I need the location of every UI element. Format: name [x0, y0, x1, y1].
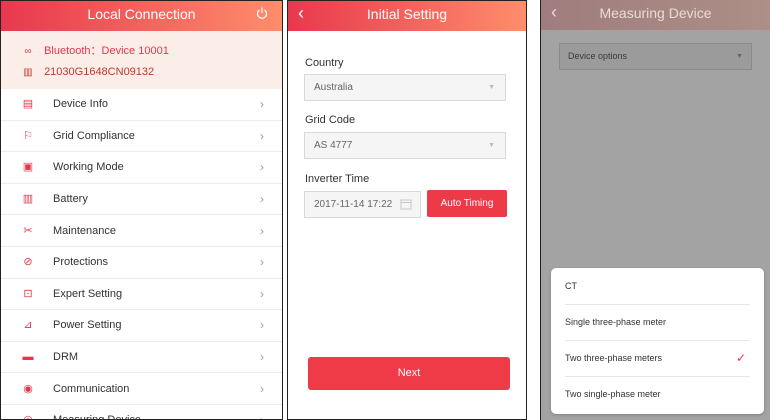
device-options-sheet: CT Single three-phase meter Two three-phas…	[551, 268, 764, 414]
menu-item-label: Measuring Device	[53, 414, 141, 419]
menu-item-label: Grid Compliance	[53, 129, 135, 142]
expert-setting-icon: ⊡	[23, 287, 33, 300]
serial-number: 21030G1648CN09132	[44, 66, 155, 78]
menu-item-label: Working Mode	[53, 161, 124, 174]
chevron-right-icon: ›	[260, 255, 264, 270]
measuring-device-screen: ‹ Measuring Device Device options ▼ CT Si…	[540, 0, 770, 420]
country-label: Country	[305, 57, 344, 69]
menu-item-label: Device Info	[53, 98, 109, 111]
bluetooth-row: ∞ Bluetooth：Device 10001	[21, 42, 169, 58]
menu-item[interactable]: ◎ Measuring Device ›	[1, 405, 282, 419]
bluetooth-text: Bluetooth：Device 10001	[44, 45, 169, 57]
device-option[interactable]: Two single-phase meter	[565, 376, 750, 412]
menu-item[interactable]: ⊿ Power Setting ›	[1, 310, 282, 342]
protection-icon: ⊘	[23, 256, 33, 269]
device-option-label: Two single-phase meter	[565, 389, 661, 399]
next-button[interactable]: Next	[308, 357, 510, 390]
chevron-right-icon: ›	[260, 223, 264, 238]
menu-item[interactable]: ⚐ Grid Compliance ›	[1, 121, 282, 153]
chevron-right-icon: ›	[260, 318, 264, 333]
menu-item-label: Communication	[53, 382, 130, 395]
menu-item[interactable]: ⊘ Protections ›	[1, 247, 282, 279]
battery-icon: ▥	[22, 193, 34, 206]
device-option-label: CT	[565, 281, 577, 291]
menu-item[interactable]: ◉ Communication ›	[1, 373, 282, 405]
connection-info: ∞ Bluetooth：Device 10001 ▥ 21030G1648CN0…	[1, 31, 282, 89]
page-title: Initial Setting	[366, 6, 448, 22]
measuring-device-icon: ◎	[22, 414, 34, 419]
header-bar: ‹ Measuring Device	[541, 0, 770, 30]
grid-code-select[interactable]: AS 4777 ▼	[304, 132, 506, 159]
menu-item-label: DRM	[53, 351, 79, 364]
menu-item-label: Expert Setting	[53, 287, 123, 300]
device-option-label: Single three-phase meter	[565, 317, 667, 327]
back-arrow-icon[interactable]: ‹	[551, 2, 557, 22]
chevron-right-icon: ›	[260, 286, 264, 301]
chevron-down-icon: ▼	[488, 84, 495, 91]
menu-item-label: Power Setting	[53, 319, 122, 332]
menu-item[interactable]: ▤ Device Info ›	[1, 89, 282, 121]
inverter-time-field[interactable]: 2017-11-14 17:22	[304, 191, 421, 218]
grid-code-value: AS 4777	[314, 140, 353, 151]
menu-item-label: Maintenance	[53, 224, 116, 237]
menu-item[interactable]: ▣ Working Mode ›	[1, 152, 282, 184]
menu-item[interactable]: ▥ Battery ›	[1, 184, 282, 216]
menu-item-label: Battery	[53, 193, 88, 206]
chevron-right-icon: ›	[260, 350, 264, 365]
serial-row: ▥ 21030G1648CN09132	[21, 66, 154, 78]
country-select[interactable]: Australia ▼	[304, 74, 506, 101]
power-setting-icon: ⊿	[23, 319, 33, 332]
chevron-right-icon: ›	[260, 160, 264, 175]
country-value: Australia	[314, 82, 353, 93]
barcode-icon: ▥	[23, 67, 33, 78]
link-icon: ∞	[24, 46, 32, 57]
local-connection-screen: Local Connection ∞ Bluetooth：Device 1000…	[0, 0, 283, 420]
settings-menu: ▤ Device Info › ⚐ Grid Compliance › ▣ Working M…	[1, 89, 282, 419]
device-option[interactable]: Single three-phase meter	[565, 304, 750, 341]
grid-code-label: Grid Code	[305, 114, 356, 126]
inverter-time-label: Inverter Time	[305, 173, 370, 185]
chevron-right-icon: ›	[260, 128, 264, 143]
page-title: Measuring Device	[599, 5, 712, 21]
chevron-right-icon: ›	[260, 381, 264, 396]
auto-timing-button[interactable]: Auto Timing	[427, 190, 507, 217]
header-bar: ‹ Initial Setting	[288, 1, 526, 31]
device-info-icon: ▤	[22, 98, 34, 111]
device-option-label: Two three-phase meters	[565, 353, 663, 363]
inverter-time-value: 2017-11-14 17:22	[314, 199, 393, 210]
menu-item-label: Protections	[53, 256, 109, 269]
chevron-right-icon: ›	[260, 97, 264, 112]
chevron-down-icon: ▼	[736, 53, 743, 60]
device-option[interactable]: Two three-phase meters ✓	[565, 340, 750, 377]
check-icon: ✓	[735, 351, 746, 365]
page-title: Local Connection	[87, 6, 196, 22]
menu-item[interactable]: ⊡ Expert Setting ›	[1, 279, 282, 311]
working-mode-icon: ▣	[22, 161, 34, 174]
calendar-icon	[400, 199, 412, 210]
tools-icon: ✂	[23, 224, 33, 237]
drm-icon: ▬	[22, 351, 34, 364]
power-icon[interactable]	[256, 7, 268, 19]
device-option[interactable]: CT	[565, 268, 750, 305]
header-bar: Local Connection	[1, 1, 282, 31]
initial-setting-screen: ‹ Initial Setting Country Australia ▼ Gr…	[287, 0, 527, 420]
back-arrow-icon[interactable]: ‹	[298, 3, 304, 23]
communication-icon: ◉	[23, 382, 33, 395]
menu-item[interactable]: ▬ DRM ›	[1, 342, 282, 374]
device-options-select[interactable]: Device options ▼	[559, 43, 752, 70]
chevron-right-icon: ›	[260, 413, 264, 419]
chevron-right-icon: ›	[260, 192, 264, 207]
device-options-placeholder: Device options	[568, 51, 628, 61]
grid-tower-icon: ⚐	[23, 129, 33, 142]
menu-item[interactable]: ✂ Maintenance ›	[1, 215, 282, 247]
chevron-down-icon: ▼	[488, 142, 495, 149]
